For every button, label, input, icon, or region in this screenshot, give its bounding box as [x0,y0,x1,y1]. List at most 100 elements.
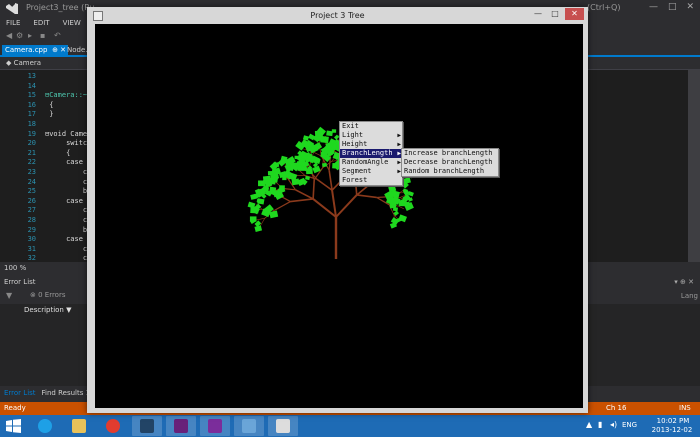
menu-item-branchlength[interactable]: BranchLength ▶ [340,149,402,158]
nav-scope-dropdown[interactable]: ◆ Camera [6,59,41,67]
tree-leaf [250,193,258,200]
col-lang-header[interactable]: Lang [681,292,698,300]
new-file-icon[interactable]: ▪ [40,31,45,40]
minimize-icon[interactable]: — [649,2,658,12]
tree-leaf [282,176,287,181]
tree-branch [398,205,405,210]
menu-item-label: Light [342,131,364,139]
code-line[interactable]: b [45,226,87,234]
panel-controls[interactable]: ▾ ⊕ ✕ [674,278,694,286]
line-number: 25 [27,187,36,196]
code-line[interactable]: case [45,158,83,166]
code-line[interactable]: c [45,216,87,224]
code-line[interactable]: c [45,178,87,186]
code-line[interactable]: { [45,149,70,157]
tree-branch [312,179,316,199]
volume-icon[interactable]: ◂) [610,420,617,429]
internet-explorer-icon [38,419,52,433]
maximize-icon[interactable]: □ [668,2,677,12]
code-line[interactable]: switc [45,139,87,147]
taskbar-app-button[interactable] [268,416,298,436]
network-icon[interactable]: ▮ [598,420,602,429]
tree-branch [274,201,291,211]
tray-overflow-icon[interactable]: ▲ [586,420,592,429]
menu-item-randomangle[interactable]: RandomAngle ▶ [340,158,402,167]
error-list-title: Error List [4,278,36,286]
input-language[interactable]: ENG [622,421,637,429]
glut-window-title: Project 3 Tree [310,11,365,20]
line-number: 26 [27,196,36,205]
menu-view[interactable]: VIEW [63,17,81,29]
taskbar-app-button[interactable] [200,416,230,436]
tree-leaf [272,178,278,183]
filter-icon[interactable]: ▼ [6,291,12,300]
taskbar-app-button[interactable] [64,416,94,436]
col-description-header[interactable]: Description ▼ [24,306,71,314]
settings-icon[interactable]: ⚙ [16,31,23,40]
zoom-level[interactable]: 100 % [4,264,26,272]
menu-item-forest[interactable]: Forest [340,176,402,185]
visual-studio-icon [174,419,188,433]
visual-studio-logo-icon [6,3,18,14]
undo-icon[interactable]: ↶ [54,31,61,40]
code-line[interactable]: { [45,101,53,109]
code-line[interactable]: ⊟void Came [45,130,87,138]
code-line[interactable]: c [45,206,87,214]
clock-date[interactable]: 2013-12-02 [649,426,695,434]
taskbar-app-button[interactable] [166,416,196,436]
menu-item-label: BranchLength [342,149,393,157]
line-number: 27 [27,206,36,215]
tree-leaf [249,216,257,222]
gl-canvas[interactable] [95,24,583,408]
pin-icon[interactable]: ⊕ [52,45,58,55]
status-column: Ch 16 [606,404,627,412]
back-icon[interactable]: ◀ [6,31,12,40]
submenu-item[interactable]: Decrease branchLength [402,158,498,167]
submenu-item[interactable]: Random branchLength [402,167,498,176]
maximize-icon[interactable]: □ [548,9,562,20]
code-line[interactable]: b [45,187,87,195]
onenote-icon [208,419,222,433]
code-line[interactable]: ⊟Camera::~ [45,91,87,99]
menu-edit[interactable]: EDIT [33,17,49,29]
menu-item-exit[interactable]: Exit [340,122,402,131]
code-line[interactable]: c [45,168,87,176]
taskbar-app-button[interactable] [132,416,162,436]
submenu-item[interactable]: Increase branchLength [402,149,498,158]
line-number: 15 [27,91,36,100]
photo-viewer-icon [140,419,154,433]
menu-item-height[interactable]: Height ▶ [340,140,402,149]
editor-scrollbar[interactable] [688,70,700,262]
tree-branch [335,194,358,218]
forward-icon[interactable]: ▸ [28,31,32,40]
tab-camera-cpp[interactable]: Camera.cpp ⊕ ✕ [2,45,68,55]
code-line[interactable]: c [45,245,87,253]
menu-item-segment[interactable]: Segment ▶ [340,167,402,176]
taskbar-app-button[interactable] [30,416,60,436]
close-icon[interactable]: ✕ [686,2,694,12]
submenu-arrow-icon: ▶ [397,132,401,139]
glut-titlebar[interactable]: Project 3 Tree — □ ✕ [87,7,588,24]
tree-branch [312,198,337,218]
menu-item-light[interactable]: Light ▶ [340,131,402,140]
code-line[interactable]: } [45,110,53,118]
line-number: 14 [27,81,36,90]
col-description-label: Description [24,306,64,314]
tab-find-results[interactable]: Find Results 1 [42,388,91,399]
tree-leaf [254,225,263,232]
quick-launch-hint[interactable]: (Ctrl+Q) [587,3,620,12]
clock-time[interactable]: 10:02 PM [655,417,691,425]
errors-filter-button[interactable]: ⊗ 0 Errors [30,291,65,299]
tree-render [247,125,418,259]
code-line[interactable]: case [45,197,83,205]
line-number: 17 [27,110,36,119]
taskbar-app-button[interactable] [234,416,264,436]
tree-leaf [403,177,411,185]
code-line[interactable]: case [45,235,83,243]
taskbar-app-button[interactable] [98,416,128,436]
windows-start-icon[interactable] [6,419,21,433]
minimize-icon[interactable]: — [531,9,545,20]
close-icon[interactable]: ✕ [565,8,584,20]
tab-error-list[interactable]: Error List [4,388,36,399]
menu-file[interactable]: FILE [6,17,20,29]
